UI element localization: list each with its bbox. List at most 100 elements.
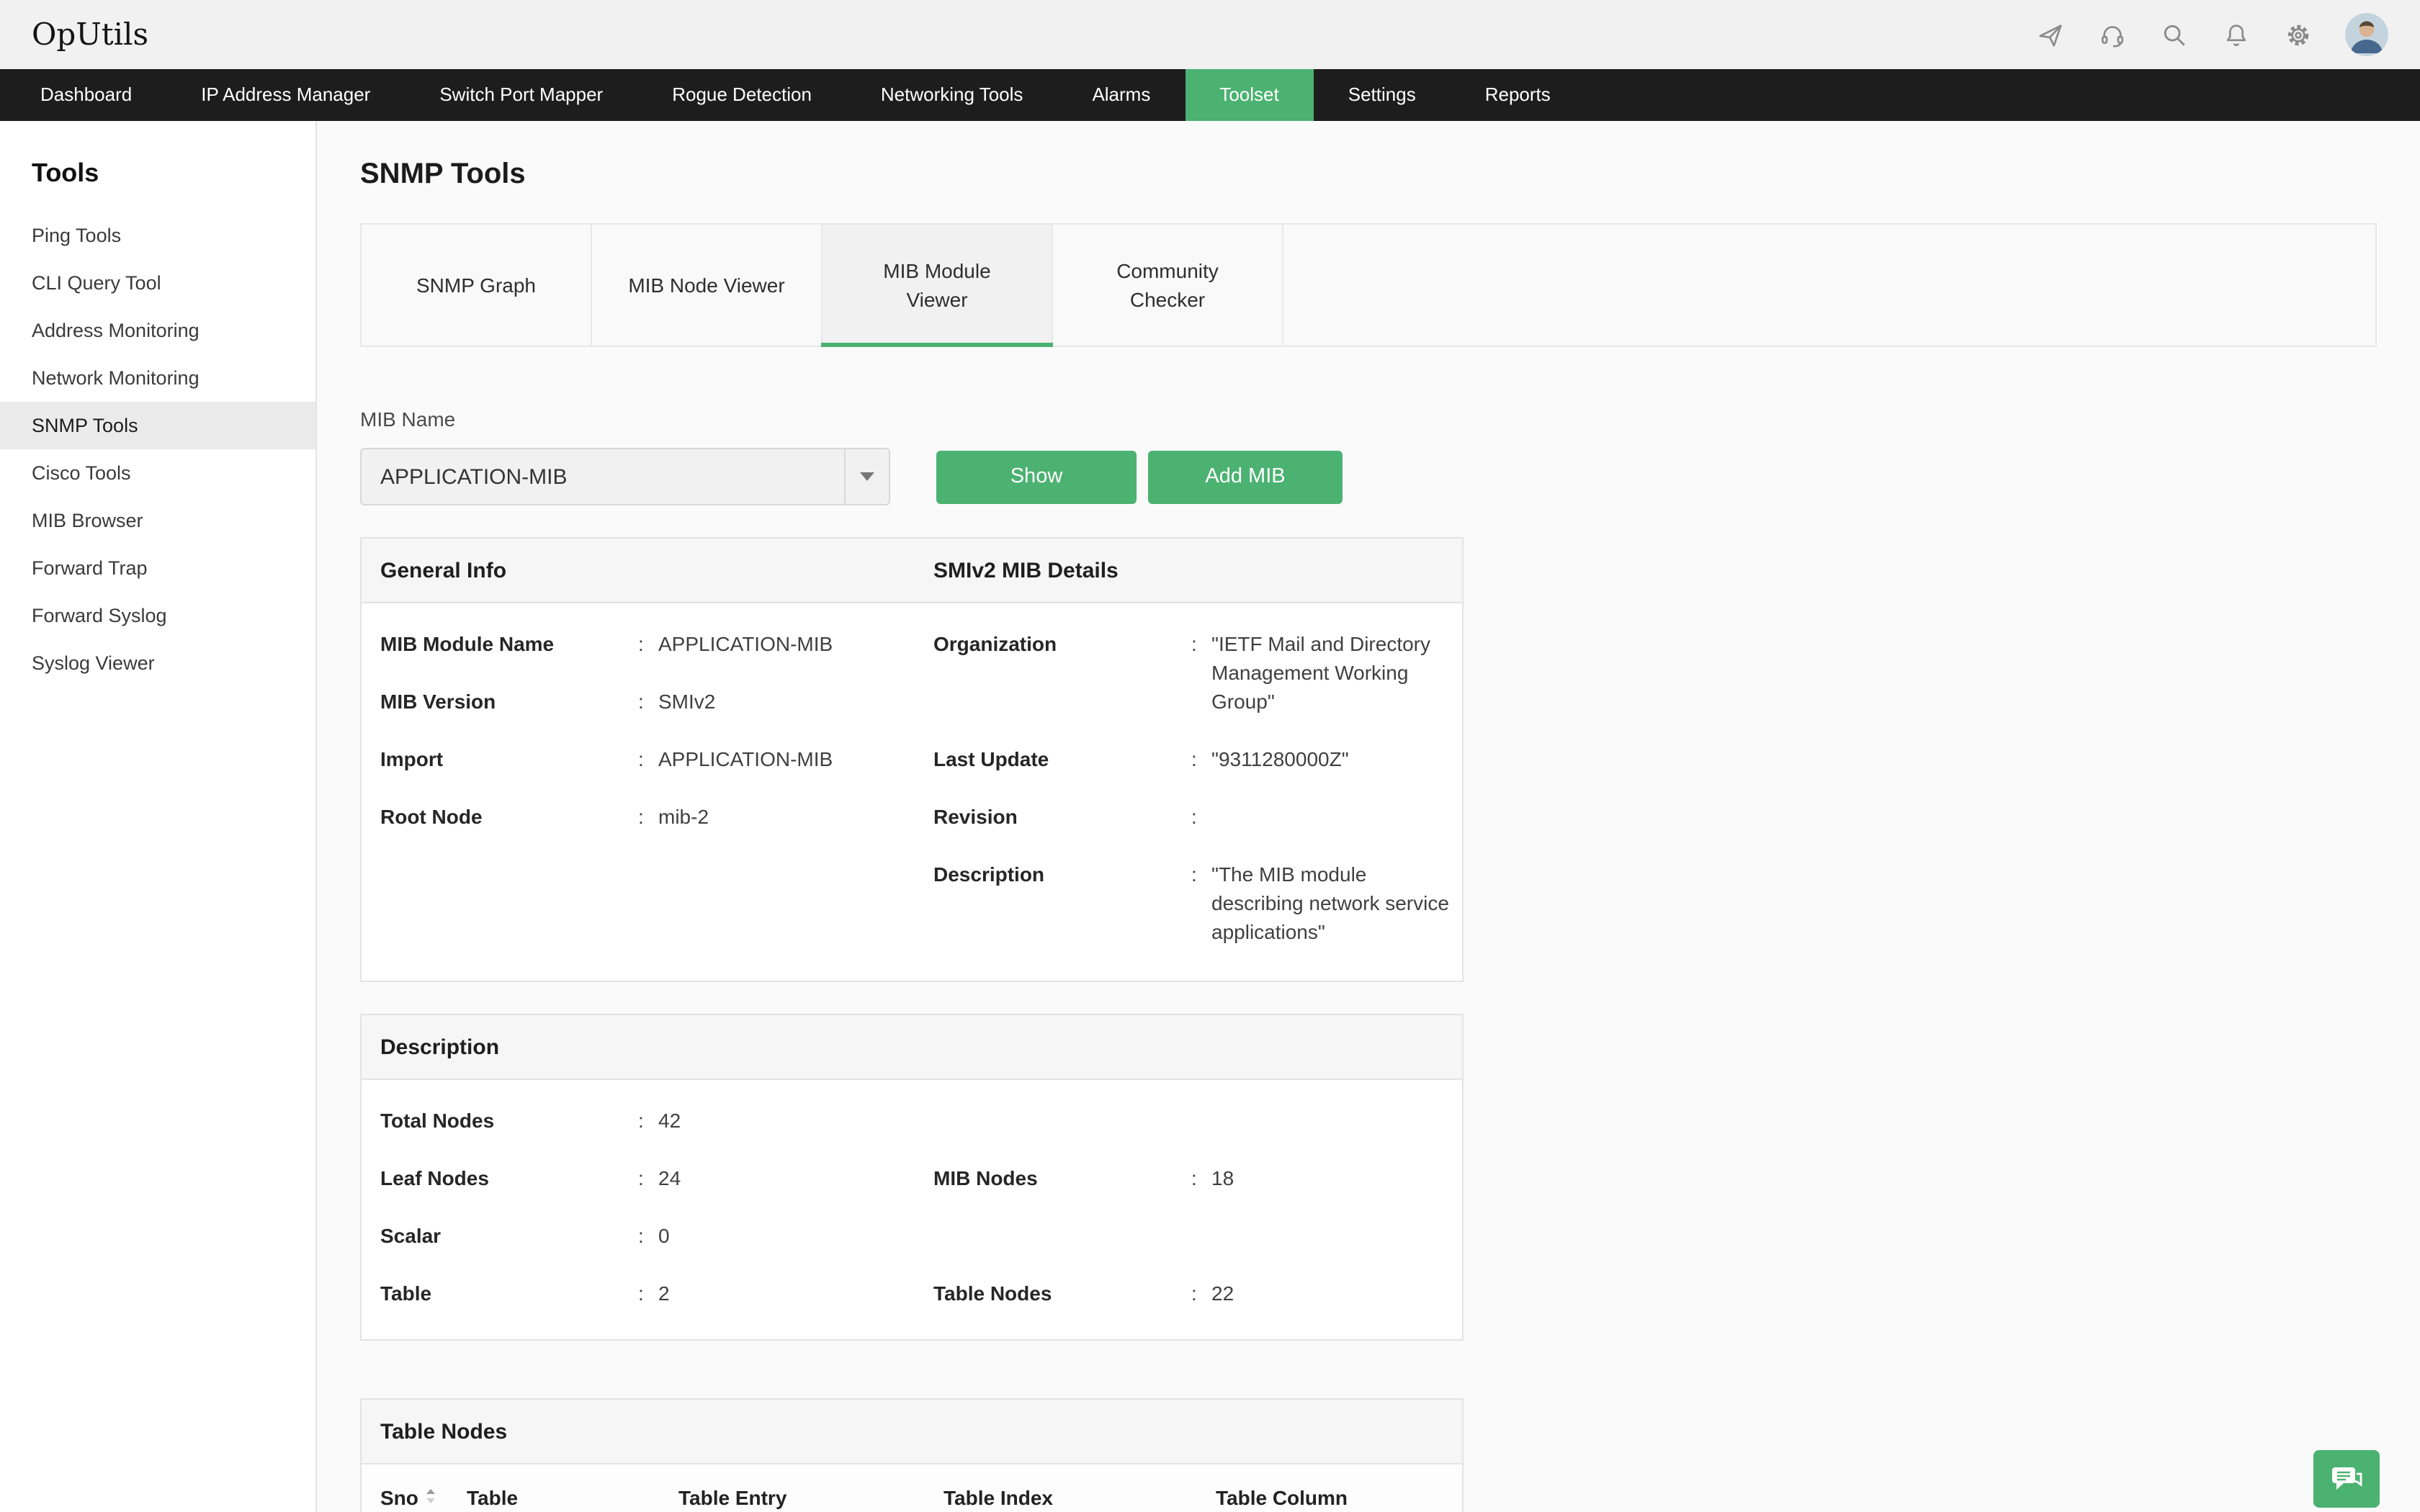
row-last-update: Last Update "9311280000Z" [915,730,1462,788]
desc-row-table: Table2 Table Nodes22 [362,1264,1462,1322]
row-scalar: Scalar 0 [362,1207,915,1264]
tab-label: SNMP Graph [416,271,536,300]
row-root-node: Root Nodemib-2 [362,788,915,845]
row-label: Last Update [933,744,1191,773]
general-info-title: General Info [362,558,915,582]
row-value: 0 [658,1221,915,1250]
tab-mib-node-viewer[interactable]: MIB Node Viewer [592,225,823,346]
row-label: Import [380,744,638,773]
nav-item-alarms[interactable]: Alarms [1057,69,1185,121]
column-header-table-index: Table Index [944,1486,1216,1509]
app-window: OpUtils Dashboard IP Address Manag [0,0,2420,1512]
colon [1191,860,1211,888]
row-value: "9311280000Z" [1211,744,1459,773]
sidebar-item-address-monitoring[interactable]: Address Monitoring [0,307,315,354]
description-panel: Description Total Nodes42 Leaf Nodes24 [360,1014,1464,1341]
sidebar-item-forward-syslog[interactable]: Forward Syslog [0,592,315,639]
nav-item-switch-port-mapper[interactable]: Switch Port Mapper [405,69,637,121]
sidebar-item-ping-tools[interactable]: Ping Tools [0,212,315,259]
launch-icon[interactable] [2035,20,2064,49]
row-table: Table2 [362,1264,915,1322]
user-avatar[interactable] [2345,13,2388,56]
sidebar: Tools Ping Tools CLI Query Tool Address … [0,121,317,1512]
colon [638,744,658,773]
tab-community-checker[interactable]: Community Checker [1053,225,1283,346]
smiv2-details-column: Organization"IETF Mail and Directory Man… [915,615,1462,960]
table-nodes-title: Table Nodes [362,1419,1462,1444]
table-nodes-header: Table Nodes [362,1400,1462,1464]
bell-icon[interactable] [2221,20,2250,49]
row-leaf-nodes: Leaf Nodes 24 [362,1149,915,1207]
row-value: 2 [658,1279,915,1308]
tab-label: Community Checker [1085,256,1250,314]
column-header-table: Table [467,1486,678,1509]
mib-name-label: MIB Name [360,408,2377,431]
add-mib-button[interactable]: Add MIB [1148,450,1343,503]
row-value: 18 [1211,1164,1462,1192]
sidebar-item-syslog-viewer[interactable]: Syslog Viewer [0,639,315,687]
mib-name-select[interactable]: APPLICATION-MIB [360,448,890,505]
tab-label: MIB Node Viewer [628,271,784,300]
smiv2-mib-details-title: SMIv2 MIB Details [915,558,1462,582]
row-value: mib-2 [658,802,915,831]
row-label: Revision [933,802,1191,831]
row-label: Scalar [380,1221,638,1250]
row-import: ImportAPPLICATION-MIB [362,730,915,788]
nav-item-rogue-detection[interactable]: Rogue Detection [637,69,846,121]
general-info-panel: General Info SMIv2 MIB Details MIB Modul… [360,537,1464,982]
sidebar-item-snmp-tools[interactable]: SNMP Tools [0,402,315,449]
row-value: 42 [658,1106,915,1135]
nav-item-toolset[interactable]: Toolset [1185,69,1313,121]
description-title: Description [362,1035,1462,1059]
row-value: SMIv2 [658,687,915,716]
colon [638,629,658,658]
desc-row-leaf-nodes: Leaf Nodes24 MIB Nodes18 [362,1149,1462,1207]
sidebar-item-mib-browser[interactable]: MIB Browser [0,497,315,544]
main-content: SNMP Tools SNMP Graph MIB Node Viewer MI… [317,121,2420,1512]
row-label: Table Nodes [933,1279,1191,1308]
general-info-left-column: MIB Module NameAPPLICATION-MIB MIB Versi… [362,615,915,845]
sidebar-item-cisco-tools[interactable]: Cisco Tools [0,449,315,497]
colon [638,1106,658,1135]
sidebar-item-cli-query-tool[interactable]: CLI Query Tool [0,259,315,307]
nav-item-reports[interactable]: Reports [1451,69,1585,121]
sidebar-title: Tools [0,121,315,212]
row-table-nodes: Table Nodes22 [915,1264,1462,1322]
colon [638,1279,658,1308]
mib-form-row: APPLICATION-MIB Show Add MIB [360,448,2377,505]
nav-item-networking-tools[interactable]: Networking Tools [846,69,1058,121]
nav-item-dashboard[interactable]: Dashboard [6,69,166,121]
colon [1191,802,1211,831]
tab-snmp-graph[interactable]: SNMP Graph [362,225,592,346]
sidebar-item-network-monitoring[interactable]: Network Monitoring [0,354,315,402]
column-header-sno[interactable]: Sno [380,1486,467,1509]
tab-mib-module-viewer[interactable]: MIB Module Viewer [823,225,1053,346]
row-label: Leaf Nodes [380,1164,638,1192]
column-header-table-entry: Table Entry [678,1486,944,1509]
headset-icon[interactable] [2097,20,2126,49]
column-header-table-column: Table Column [1216,1486,1462,1509]
sidebar-item-forward-trap[interactable]: Forward Trap [0,544,315,592]
feedback-chat-button[interactable] [2313,1450,2380,1508]
nav-item-settings[interactable]: Settings [1314,69,1451,121]
snmp-tools-tabstrip: SNMP Graph MIB Node Viewer MIB Module Vi… [360,223,2377,347]
topbar-icons [2035,13,2388,56]
colon [638,1221,658,1250]
chevron-down-icon[interactable] [844,449,889,504]
row-label: MIB Module Name [380,629,638,658]
row-organization: Organization"IETF Mail and Directory Man… [915,615,1462,730]
gear-icon[interactable] [2283,20,2312,49]
row-value: 24 [658,1164,915,1192]
row-mib-module-name: MIB Module NameAPPLICATION-MIB [362,615,915,672]
sort-icon[interactable] [426,1486,437,1509]
nav-item-ip-address-manager[interactable]: IP Address Manager [166,69,405,121]
row-label: MIB Version [380,687,638,716]
general-info-header: General Info SMIv2 MIB Details [362,539,1462,603]
colon [1191,629,1211,658]
table-nodes-panel: Table Nodes Sno Table Table Entry Table … [360,1398,1464,1512]
search-icon[interactable] [2159,20,2188,49]
row-value: "The MIB module describing network servi… [1211,860,1459,946]
desc-row-scalar: Scalar 0 [362,1207,1462,1264]
main-nav: Dashboard IP Address Manager Switch Port… [0,69,2420,121]
show-button[interactable]: Show [936,450,1137,503]
